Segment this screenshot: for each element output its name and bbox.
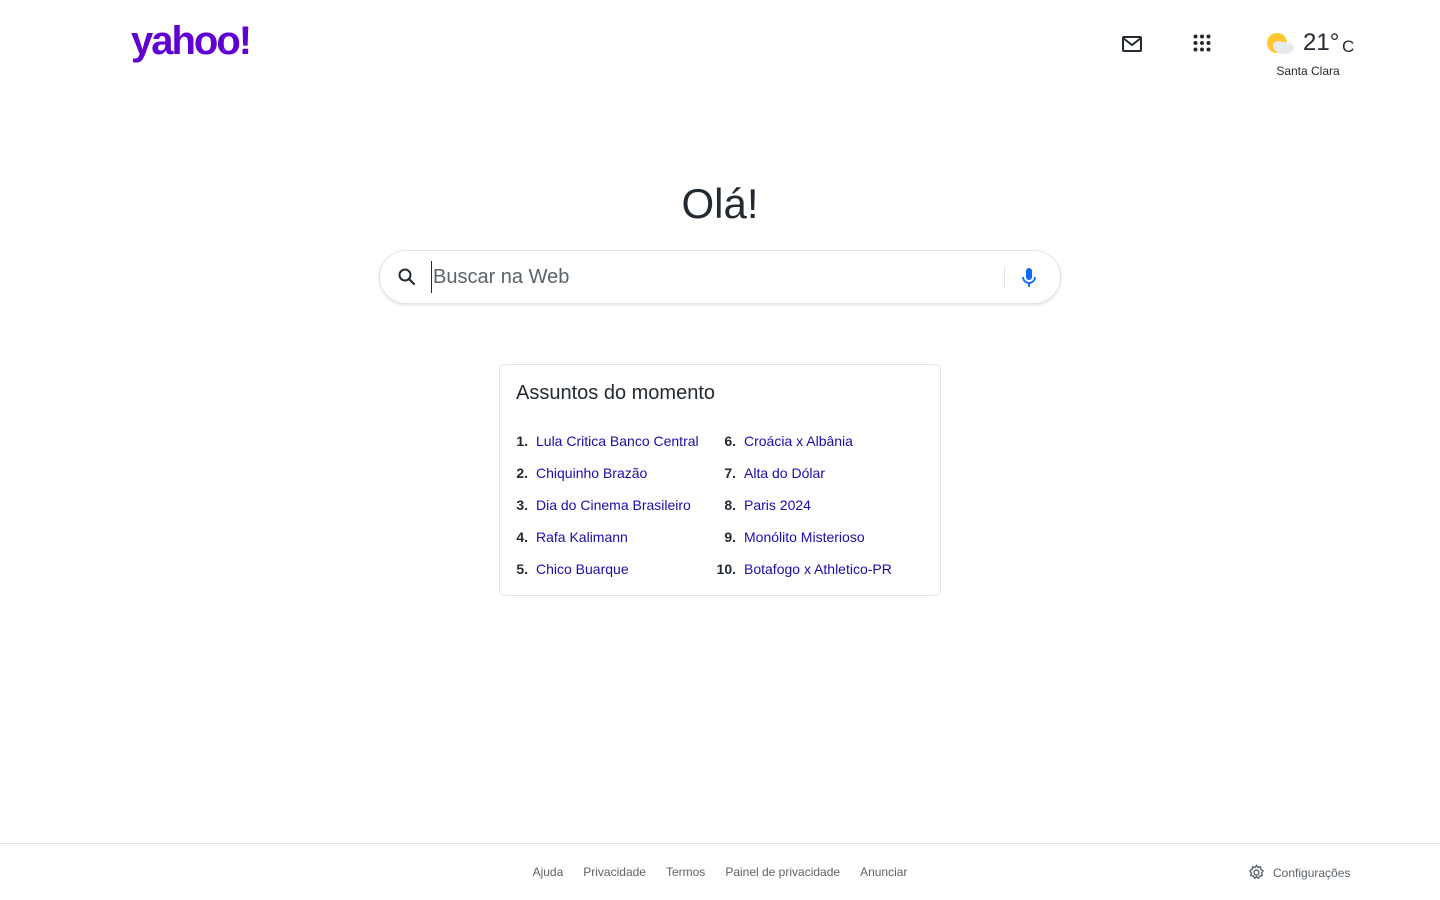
trending-item[interactable]: 7. Alta do Dólar xyxy=(716,457,892,489)
search-bar[interactable] xyxy=(379,250,1061,304)
trending-item[interactable]: 3. Dia do Cinema Brasileiro xyxy=(508,489,699,521)
trending-item[interactable]: 5. Chico Buarque xyxy=(508,553,699,585)
trending-item[interactable]: 6. Croácia x Albânia xyxy=(716,425,892,457)
search-divider xyxy=(1004,266,1005,288)
trending-rank: 5. xyxy=(516,561,528,577)
trending-item[interactable]: 2. Chiquinho Brazão xyxy=(508,457,699,489)
trending-item[interactable]: 4. Rafa Kalimann xyxy=(508,521,699,553)
partly-cloudy-icon xyxy=(1267,33,1294,54)
footer-link-help[interactable]: Ajuda xyxy=(533,865,564,879)
trending-column-right: 6. Croácia x Albânia 7. Alta do Dólar 8.… xyxy=(716,425,892,585)
trending-link[interactable]: Monólito Misterioso xyxy=(744,529,865,545)
voice-search-button[interactable] xyxy=(1018,266,1040,290)
trending-rank: 8. xyxy=(724,497,736,513)
trending-column-left: 1. Lula Critica Banco Central 2. Chiquin… xyxy=(508,425,699,585)
weather-city: Santa Clara xyxy=(1276,64,1340,78)
trending-link[interactable]: Chico Buarque xyxy=(536,561,629,577)
footer-link-advertise[interactable]: Anunciar xyxy=(860,865,907,879)
footer-link-terms[interactable]: Termos xyxy=(666,865,705,879)
trending-rank: 9. xyxy=(724,529,736,545)
trending-rank: 1. xyxy=(516,433,528,449)
trending-link[interactable]: Rafa Kalimann xyxy=(536,529,628,545)
trending-link[interactable]: Paris 2024 xyxy=(744,497,811,513)
mail-button[interactable] xyxy=(1118,30,1146,58)
mail-icon xyxy=(1122,36,1142,52)
trending-link[interactable]: Dia do Cinema Brasileiro xyxy=(536,497,691,513)
footer-links: Ajuda Privacidade Termos Painel de priva… xyxy=(0,865,1440,879)
trending-rank: 10. xyxy=(716,561,736,577)
gear-icon xyxy=(1248,864,1265,880)
trending-link[interactable]: Lula Critica Banco Central xyxy=(536,433,699,449)
trending-item[interactable]: 10. Botafogo x Athletico-PR xyxy=(716,553,892,585)
weather-widget[interactable]: 21° C Santa Clara xyxy=(1262,26,1362,82)
apps-grid-icon xyxy=(1193,34,1211,52)
trending-rank: 7. xyxy=(724,465,736,481)
footer-link-privacy[interactable]: Privacidade xyxy=(583,865,646,879)
trending-link[interactable]: Alta do Dólar xyxy=(744,465,825,481)
logo-text: yahoo! xyxy=(131,20,250,63)
apps-menu-button[interactable] xyxy=(1188,29,1216,57)
greeting-heading: Olá! xyxy=(681,180,759,227)
weather-temperature: 21° xyxy=(1303,29,1340,56)
trending-link[interactable]: Chiquinho Brazão xyxy=(536,465,647,481)
trending-rank: 6. xyxy=(724,433,736,449)
trending-link[interactable]: Croácia x Albânia xyxy=(744,433,853,449)
trending-title: Assuntos do momento xyxy=(516,382,715,404)
trending-rank: 3. xyxy=(516,497,528,513)
microphone-icon xyxy=(1022,268,1036,287)
search-input[interactable] xyxy=(431,261,991,293)
trending-item[interactable]: 8. Paris 2024 xyxy=(716,489,892,521)
search-icon[interactable] xyxy=(397,267,417,287)
trending-item[interactable]: 9. Monólito Misterioso xyxy=(716,521,892,553)
trending-rank: 4. xyxy=(516,529,528,545)
footer-link-privacy-dashboard[interactable]: Painel de privacidade xyxy=(725,865,840,879)
settings-button[interactable]: Configurações xyxy=(1248,864,1350,881)
weather-unit: C xyxy=(1342,37,1355,56)
trending-rank: 2. xyxy=(516,465,528,481)
trending-topics-panel: Assuntos do momento 1. Lula Critica Banc… xyxy=(499,364,941,596)
yahoo-logo[interactable]: yahoo! xyxy=(131,19,265,64)
footer: Ajuda Privacidade Termos Painel de priva… xyxy=(0,843,1440,900)
trending-link[interactable]: Botafogo x Athletico-PR xyxy=(744,561,892,577)
trending-item[interactable]: 1. Lula Critica Banco Central xyxy=(508,425,699,457)
settings-label: Configurações xyxy=(1273,865,1351,880)
